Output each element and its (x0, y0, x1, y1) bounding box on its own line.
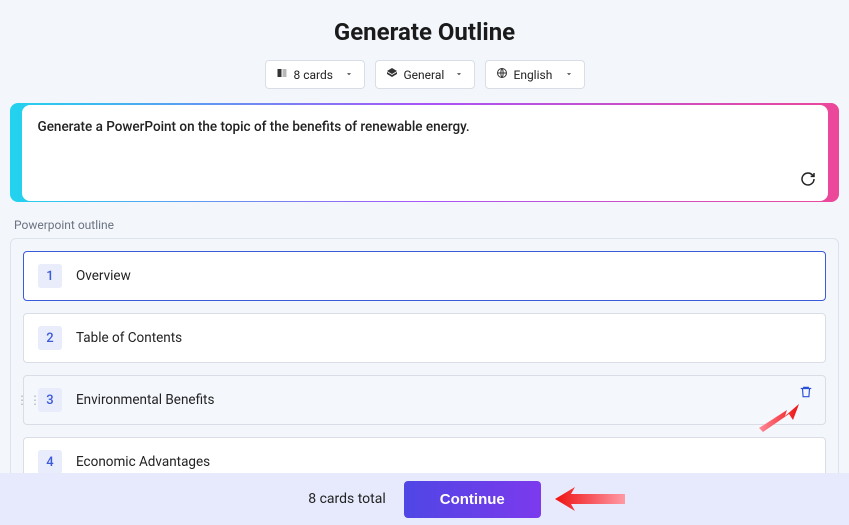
outline-card[interactable]: 2 Table of Contents (23, 313, 826, 363)
outline-section-label: Powerpoint outline (14, 218, 849, 232)
prompt-text: Generate a PowerPoint on the topic of th… (38, 119, 812, 135)
delete-icon[interactable] (799, 384, 813, 403)
cards-icon (276, 67, 288, 82)
card-title: Environmental Benefits (76, 392, 214, 408)
layers-icon (386, 67, 398, 82)
refresh-icon[interactable] (800, 171, 816, 191)
outline-list: 1 Overview 2 Table of Contents ⋮⋮ 3 Envi… (10, 238, 839, 500)
continue-button[interactable]: Continue (404, 481, 541, 518)
chevron-down-icon (454, 68, 464, 82)
chevron-down-icon (564, 68, 574, 82)
card-title: Overview (76, 268, 131, 284)
outline-card[interactable]: 1 Overview (23, 251, 826, 301)
cards-selector[interactable]: 8 cards (265, 60, 365, 89)
card-number: 2 (38, 326, 62, 350)
cards-total-label: 8 cards total (308, 491, 386, 507)
page-title: Generate Outline (0, 0, 849, 60)
globe-icon (496, 67, 508, 82)
category-selector[interactable]: General (375, 60, 475, 89)
cards-label: 8 cards (294, 68, 333, 82)
language-selector[interactable]: English (485, 60, 585, 89)
drag-handle-icon[interactable]: ⋮⋮ (16, 397, 42, 403)
language-label: English (514, 68, 553, 82)
outline-card[interactable]: ⋮⋮ 3 Environmental Benefits (23, 375, 826, 425)
card-title: Economic Advantages (76, 454, 210, 470)
selector-row: 8 cards General English (0, 60, 849, 89)
card-number: 4 (38, 450, 62, 474)
footer-bar: 8 cards total Continue (0, 473, 849, 525)
annotation-arrow (759, 404, 799, 434)
card-number: 1 (38, 264, 62, 288)
prompt-border: Generate a PowerPoint on the topic of th… (10, 103, 839, 202)
chevron-down-icon (344, 68, 354, 82)
prompt-input[interactable]: Generate a PowerPoint on the topic of th… (22, 105, 828, 201)
category-label: General (404, 68, 445, 82)
card-title: Table of Contents (76, 330, 182, 346)
